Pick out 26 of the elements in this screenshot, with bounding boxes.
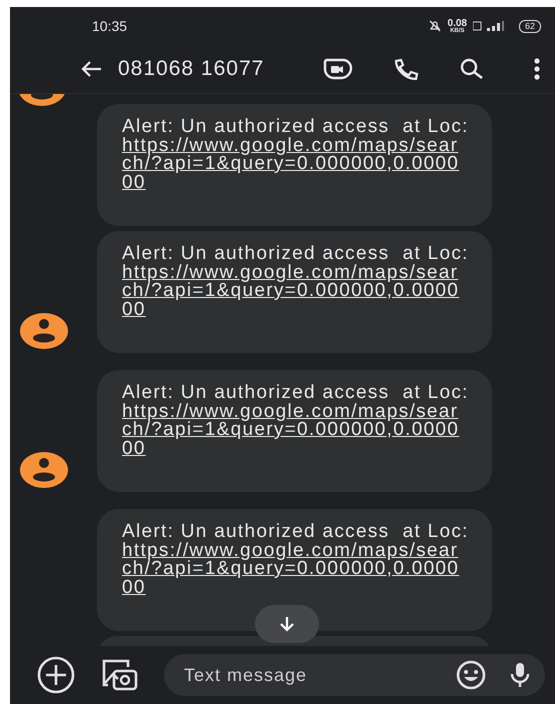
clock-time: 10:35 <box>92 18 128 34</box>
message-input-field[interactable]: Text message <box>164 654 545 696</box>
mute-bell-icon <box>428 20 442 32</box>
map-link[interactable]: https://www.google.com/maps/search/?api=1&query=0.000000,0.000000 <box>122 136 467 192</box>
contact-number: 081068 16077 <box>118 57 266 81</box>
message-text: Alert: Un authorized access at Loc: <box>122 523 470 542</box>
avatar-icon <box>20 313 68 349</box>
add-icon[interactable] <box>36 655 76 695</box>
arrow-down-icon <box>278 615 296 633</box>
microphone-icon[interactable] <box>509 661 531 689</box>
map-link[interactable]: https://www.google.com/maps/search/?api=1&query=0.000000,0.000000 <box>122 402 467 458</box>
text-input[interactable]: Text message <box>182 664 433 686</box>
video-call-icon[interactable] <box>323 57 353 81</box>
back-arrow-icon[interactable] <box>80 60 102 78</box>
message-text: Alert: Un authorized access at Loc: <box>122 384 470 402</box>
map-link[interactable]: https://www.google.com/maps/search/?api=1&query=0.000000,0.000000 <box>122 264 467 319</box>
emoji-icon[interactable] <box>455 659 487 691</box>
phone-icon[interactable] <box>393 58 419 80</box>
search-icon[interactable] <box>459 58 485 80</box>
message-text: Alert: Un authorized access at Loc: <box>122 118 470 136</box>
message-text: Alert: Un authorized access at Loc: <box>122 245 470 264</box>
more-options-icon[interactable] <box>533 58 541 80</box>
map-link[interactable]: https://www.google.com/maps/search/?api=1&query=0.000000,0.000000 <box>122 542 467 597</box>
battery-level: 62 <box>518 20 541 32</box>
avatar-icon <box>20 452 68 488</box>
gallery-camera-icon[interactable] <box>100 657 140 693</box>
